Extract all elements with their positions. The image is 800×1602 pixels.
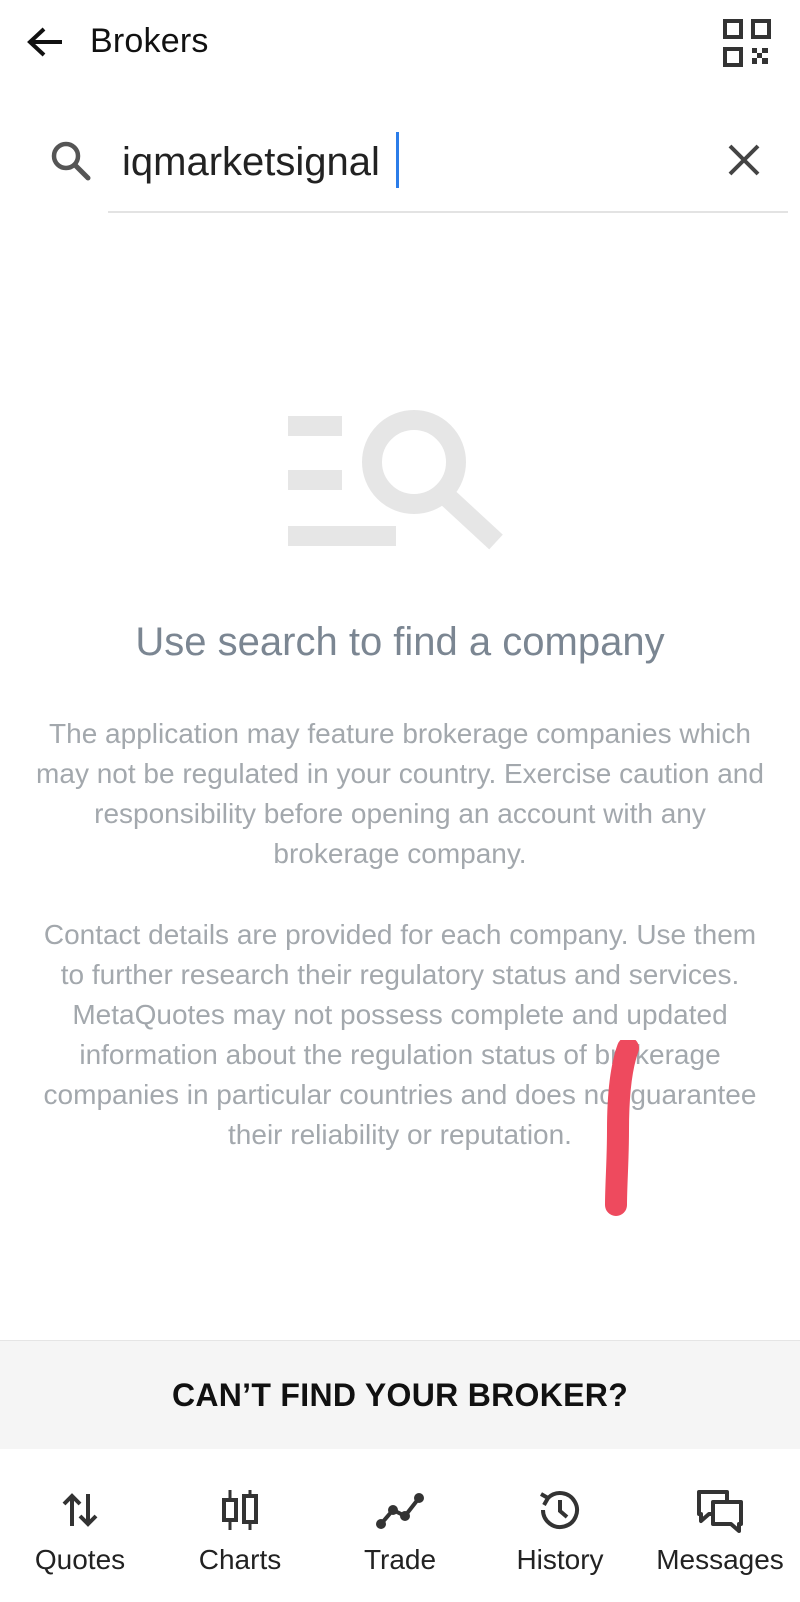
nav-item-history[interactable]: History: [480, 1450, 640, 1602]
nav-item-trade[interactable]: Trade: [320, 1450, 480, 1602]
cant-find-broker-button[interactable]: CAN’T FIND YOUR BROKER?: [0, 1340, 800, 1449]
arrow-left-icon: [27, 27, 62, 57]
nav-item-charts[interactable]: Charts: [160, 1450, 320, 1602]
search-divider: [108, 211, 788, 213]
nav-label-charts: Charts: [198, 1544, 282, 1575]
contact-details-disclaimer: Contact details are provided for each co…: [43, 919, 757, 1150]
back-button[interactable]: [22, 20, 70, 68]
cant-find-broker-label: CAN’T FIND YOUR BROKER?: [171, 1376, 629, 1413]
nav-label-trade: Trade: [363, 1544, 437, 1575]
nav-label-history: History: [516, 1544, 604, 1575]
text-caret: [396, 132, 399, 188]
nav-label-messages: Messages: [656, 1544, 784, 1575]
history-clock-icon: [540, 1491, 579, 1530]
trend-line-icon: [376, 1493, 424, 1529]
nav-label-quotes: Quotes: [34, 1544, 126, 1575]
close-icon: [728, 144, 760, 176]
bottom-navigation: Quotes Charts Trade History Messages: [0, 1450, 800, 1602]
top-bar: Brokers: [0, 0, 800, 100]
up-down-arrows-icon: [62, 1493, 98, 1527]
qr-code-icon: [723, 19, 771, 67]
empty-state-heading: Use search to find a company: [135, 620, 665, 664]
nav-item-messages[interactable]: Messages: [640, 1450, 800, 1602]
qr-scan-button[interactable]: [722, 18, 772, 68]
annotation-stroke: [600, 1037, 650, 1220]
search-bar: [0, 118, 800, 214]
chat-bubbles-icon: [697, 1490, 743, 1533]
list-search-icon: [288, 408, 518, 568]
page-title: Brokers: [90, 22, 209, 60]
candlestick-icon: [222, 1490, 258, 1530]
regulation-disclaimer: The application may feature brokerage co…: [36, 718, 764, 869]
clear-search-button[interactable]: [722, 138, 766, 182]
nav-item-quotes[interactable]: Quotes: [0, 1450, 160, 1602]
search-input[interactable]: [122, 130, 682, 194]
search-icon: [48, 138, 94, 184]
